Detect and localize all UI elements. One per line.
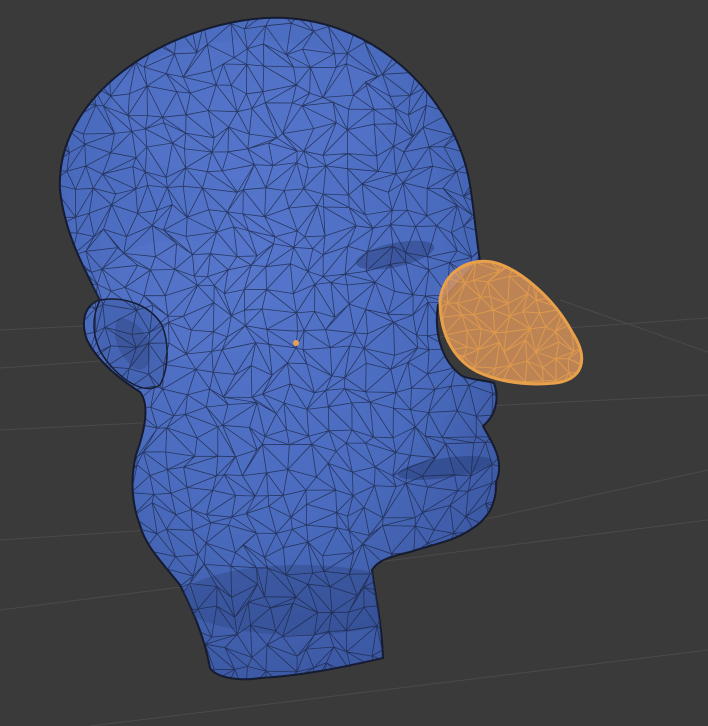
3d-viewport[interactable]: [0, 0, 708, 726]
3d-cursor-icon[interactable]: [293, 340, 299, 346]
grid-line: [559, 299, 708, 353]
viewport-canvas[interactable]: [0, 0, 708, 726]
head-mesh[interactable]: [42, 3, 518, 698]
grid-line: [89, 649, 708, 726]
